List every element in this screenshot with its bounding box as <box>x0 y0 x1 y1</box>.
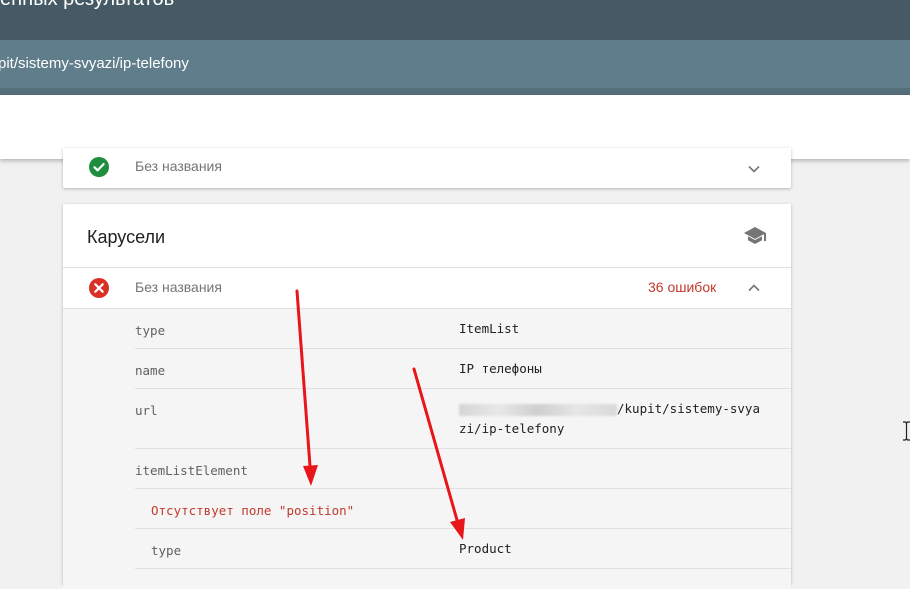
url-part-2: zi/ip-telefony <box>459 421 565 436</box>
item-label: Без названия <box>135 158 222 174</box>
result-card-previous[interactable]: Без названия <box>63 148 791 188</box>
property-value-url: /kupit/sistemy-svya zi/ip-telefony <box>459 399 779 439</box>
property-value: ItemList <box>459 321 520 336</box>
card-title: Карусели <box>87 227 166 247</box>
item-label: Без названия <box>135 279 222 295</box>
url-bar-divider <box>0 88 910 95</box>
graduation-cap-icon[interactable] <box>743 226 767 246</box>
property-row: url /kupit/sistemy-svya zi/ip-telefony <box>135 389 791 449</box>
page-title: енных результатов <box>0 0 174 11</box>
app-header: енных результатов <box>0 0 910 40</box>
carousel-item-row[interactable]: Без названия 36 ошибок <box>63 268 791 309</box>
error-message: Отсутствует поле "position" <box>151 503 355 518</box>
error-row: Отсутствует поле "position" <box>135 489 791 529</box>
check-circle-icon <box>89 157 109 177</box>
text-cursor-icon <box>903 421 910 441</box>
chevron-up-icon[interactable] <box>747 281 761 295</box>
property-row: name IP телефоны <box>135 349 791 389</box>
property-key: itemListElement <box>135 463 248 478</box>
item-details: type ItemList name IP телефоны url /kupi… <box>63 309 791 589</box>
error-count: 36 ошибок <box>648 279 717 295</box>
property-value: IP телефоны <box>459 361 542 376</box>
property-key: url <box>135 403 158 418</box>
property-key: name <box>135 363 166 378</box>
card-header: Карусели <box>63 204 791 268</box>
property-key: type <box>151 543 182 558</box>
tested-url: pit/sistemy-svyazi/ip-telefony <box>0 55 189 72</box>
property-row: type Product <box>135 529 791 569</box>
property-row: itemListElement <box>135 449 791 489</box>
chevron-down-icon[interactable] <box>747 162 761 176</box>
property-key: type <box>135 323 166 338</box>
property-value: Product <box>459 541 512 556</box>
error-circle-icon <box>89 278 109 298</box>
carousel-card: Карусели Без названия 36 ошибок type Ite… <box>63 204 791 589</box>
url-part-1: /kupit/sistemy-svya <box>617 401 760 416</box>
redacted-domain <box>459 403 617 416</box>
property-row: type ItemList <box>135 309 791 349</box>
url-bar: pit/sistemy-svyazi/ip-telefony <box>0 40 910 88</box>
